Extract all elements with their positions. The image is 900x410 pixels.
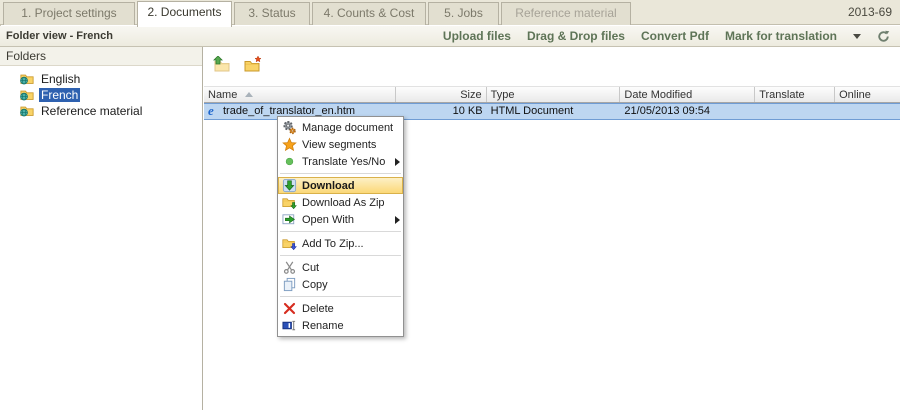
- application-window: 1. Project settings 2. Documents 3. Stat…: [0, 0, 900, 410]
- upload-files-link[interactable]: Upload files: [443, 29, 511, 43]
- project-code-label: 2013-69: [848, 5, 892, 19]
- tree-item-english[interactable]: English: [0, 71, 202, 87]
- menu-item-label: Delete: [302, 303, 334, 315]
- tab-status[interactable]: 3. Status: [234, 2, 310, 25]
- menu-separator: [280, 296, 401, 297]
- menu-item-label: Add To Zip...: [302, 238, 364, 250]
- parent-folder-icon: [212, 56, 232, 74]
- parent-folder-button[interactable]: [210, 54, 234, 76]
- menu-item-label: Cut: [302, 262, 319, 274]
- zip-download-icon: [281, 195, 297, 211]
- tab-project-settings[interactable]: 1. Project settings: [3, 2, 135, 25]
- menu-separator: [280, 255, 401, 256]
- menu-item-view-segments[interactable]: View segments: [278, 136, 403, 153]
- rename-icon: [281, 318, 297, 334]
- menu-item-open-with[interactable]: Open With: [278, 211, 403, 228]
- file-translate-cell: [755, 104, 835, 119]
- menu-separator: [280, 231, 401, 232]
- submenu-arrow-icon: [395, 158, 400, 166]
- delete-icon: [281, 301, 297, 317]
- view-title: Folder view - French: [0, 30, 113, 42]
- folders-panel: Folders English French Reference materia…: [0, 47, 203, 410]
- menu-item-label: Copy: [302, 279, 328, 291]
- tree-item-label: French: [39, 88, 80, 102]
- tab-jobs[interactable]: 5. Jobs: [428, 2, 499, 25]
- caret-down-icon[interactable]: [853, 34, 861, 39]
- column-header-size[interactable]: Size: [396, 87, 487, 102]
- action-links: Upload files Drag & Drop files Convert P…: [443, 29, 900, 43]
- menu-item-cut[interactable]: Cut: [278, 259, 403, 276]
- star-icon: [281, 137, 297, 153]
- menu-item-label: Download: [302, 180, 355, 192]
- menu-item-label: Manage document: [302, 122, 393, 134]
- tab-bar: 1. Project settings 2. Documents 3. Stat…: [0, 0, 900, 25]
- tree-item-label: Reference material: [39, 104, 144, 118]
- drag-drop-files-link[interactable]: Drag & Drop files: [527, 29, 625, 43]
- menu-separator: [280, 173, 401, 174]
- new-folder-button[interactable]: [241, 54, 265, 76]
- menu-item-manage-document[interactable]: Manage document: [278, 119, 403, 136]
- tab-reference-material[interactable]: Reference material: [501, 2, 631, 25]
- grid-header: Name Size Type Date Modified Translate O…: [204, 86, 900, 103]
- menu-item-rename[interactable]: Rename: [278, 317, 403, 334]
- copy-icon: [281, 277, 297, 293]
- mark-for-translation-link[interactable]: Mark for translation: [725, 29, 837, 43]
- html-file-icon: [208, 105, 220, 118]
- open-with-icon: [281, 212, 297, 228]
- file-type-cell: HTML Document: [487, 104, 621, 119]
- folder-globe-icon: [19, 88, 35, 102]
- menu-item-label: View segments: [302, 139, 376, 151]
- folder-globe-icon: [19, 104, 35, 118]
- menu-item-add-to-zip[interactable]: Add To Zip...: [278, 235, 403, 252]
- folders-panel-header: Folders: [0, 47, 202, 66]
- file-online-cell: [835, 104, 900, 119]
- menu-item-label: Open With: [302, 214, 354, 226]
- convert-pdf-link[interactable]: Convert Pdf: [641, 29, 709, 43]
- folder-tree: English French Reference material: [0, 66, 202, 119]
- tree-item-label: English: [39, 72, 82, 86]
- gear-icon: [281, 120, 297, 136]
- file-size-cell: 10 KB: [396, 104, 487, 119]
- column-header-type[interactable]: Type: [487, 87, 621, 102]
- column-header-translate[interactable]: Translate: [755, 87, 835, 102]
- column-header-online[interactable]: Online: [835, 87, 900, 102]
- column-label: Name: [208, 89, 237, 101]
- menu-item-label: Rename: [302, 320, 344, 332]
- menu-item-label: Download As Zip: [302, 197, 385, 209]
- column-header-date-modified[interactable]: Date Modified: [620, 87, 755, 102]
- action-bar: Folder view - French Upload files Drag &…: [0, 26, 900, 47]
- tree-item-french[interactable]: French: [0, 87, 202, 103]
- file-date-cell: 21/05/2013 09:54: [620, 104, 755, 119]
- menu-item-label: Translate Yes/No: [302, 156, 385, 168]
- menu-item-copy[interactable]: Copy: [278, 276, 403, 293]
- column-header-name[interactable]: Name: [204, 87, 396, 102]
- folder-globe-icon: [19, 72, 35, 86]
- menu-item-translate-yes-no[interactable]: Translate Yes/No: [278, 153, 403, 170]
- zip-add-icon: [281, 236, 297, 252]
- tab-documents[interactable]: 2. Documents: [137, 1, 232, 27]
- context-menu: Manage document View segments Translate …: [277, 116, 404, 337]
- refresh-icon[interactable]: [877, 30, 890, 43]
- sort-ascending-icon: [245, 92, 253, 97]
- green-dot-icon: [281, 154, 297, 170]
- file-toolbar: [204, 47, 900, 86]
- new-folder-icon: [243, 56, 263, 74]
- menu-item-download[interactable]: Download: [278, 177, 403, 194]
- submenu-arrow-icon: [395, 216, 400, 224]
- cut-icon: [281, 260, 297, 276]
- tree-item-reference-material[interactable]: Reference material: [0, 103, 202, 119]
- menu-item-download-as-zip[interactable]: Download As Zip: [278, 194, 403, 211]
- download-icon: [281, 178, 297, 194]
- content-area: Folders English French Reference materia…: [0, 47, 900, 410]
- tab-counts-cost[interactable]: 4. Counts & Cost: [312, 2, 426, 25]
- menu-item-delete[interactable]: Delete: [278, 300, 403, 317]
